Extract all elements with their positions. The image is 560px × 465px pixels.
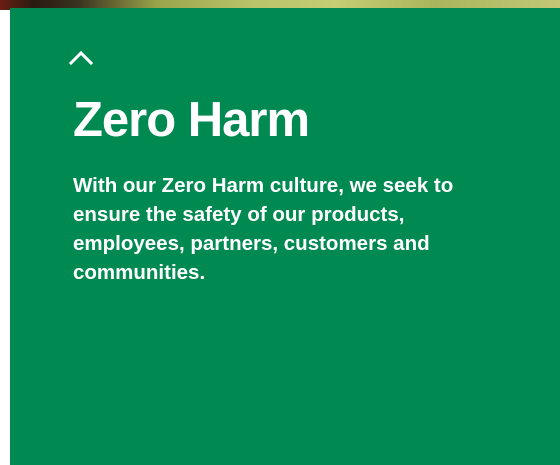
page-edge — [0, 10, 10, 465]
panel-title: Zero Harm — [73, 93, 310, 147]
panel-description: With our Zero Harm culture, we seek to e… — [73, 174, 454, 284]
chevron-up-icon — [67, 47, 95, 69]
collapse-toggle-button[interactable] — [67, 47, 95, 69]
